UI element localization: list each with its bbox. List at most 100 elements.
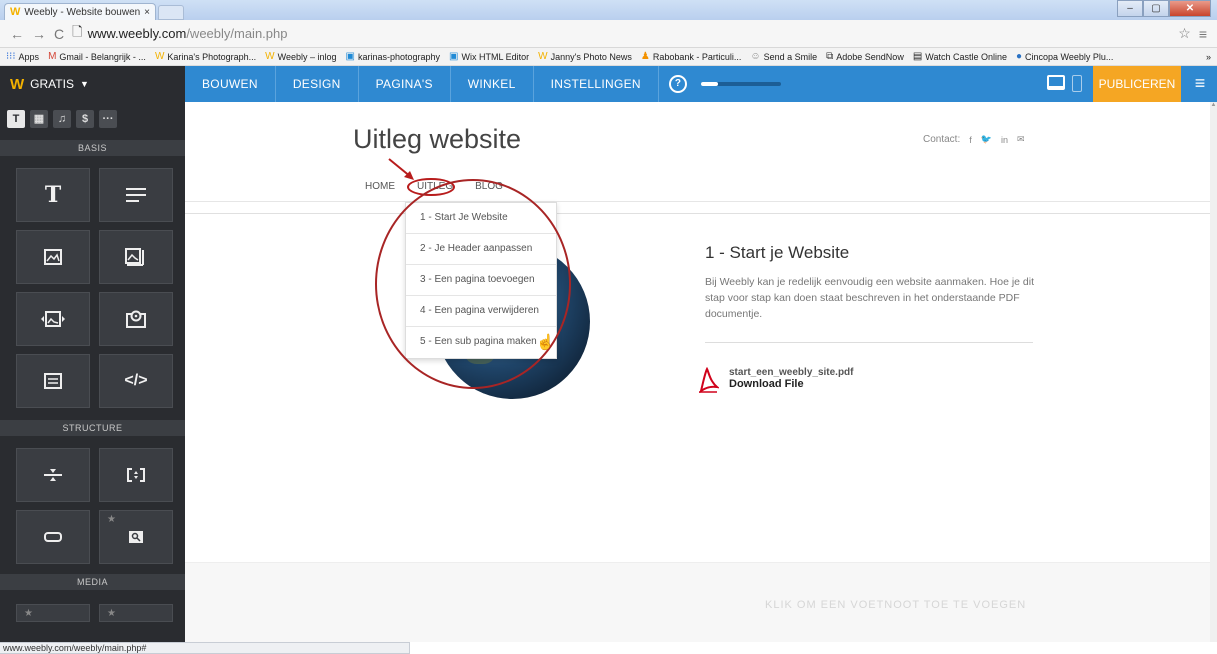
url-host: www.weebly.com [87,26,187,41]
chevron-down-icon: ▼ [79,79,89,89]
image-element[interactable] [16,230,90,284]
tab-winkel[interactable]: WINKEL [451,66,534,102]
address-bar: ← → C 🗋 www.weebly.com/weebly/main.php ☆… [0,20,1217,48]
desktop-view-icon[interactable] [1047,75,1065,90]
help-icon[interactable]: ? [668,75,687,93]
wix-icon: ▣ [345,51,355,62]
section-basis: BASIS [0,140,185,156]
close-window-icon[interactable]: ✕ [1169,0,1211,17]
text-element[interactable] [99,168,173,222]
mobile-view-icon[interactable] [1072,75,1082,92]
browser-menu-icon[interactable]: ≡ [1199,26,1207,42]
content-body[interactable]: Bij Weebly kan je redelijk eenvoudig een… [705,274,1045,322]
bookmarks-bar: ⁝⁝⁝ Apps M Gmail - Belangrijk - ... W Karina'… [0,48,1217,66]
highlight-oval [375,179,571,389]
url-path: /weebly/main.php [186,26,288,41]
spacer-element[interactable] [99,448,173,502]
bookmark-item[interactable]: ☺ Send a Smile [750,51,817,62]
plan-label: GRATIS [30,77,74,91]
facebook-icon[interactable]: f [969,135,972,145]
map-element[interactable] [99,292,173,346]
title-element[interactable]: T [16,168,90,222]
site-footer[interactable]: KLIK OM EEN VOETNOOT TOE TE VOEGEN [185,562,1210,642]
button-element[interactable] [16,510,90,564]
rabobank-icon: ♟ [640,51,650,62]
premium-star-icon: ★ [24,608,33,619]
back-icon[interactable]: ← [10,26,24,42]
form-icon [44,373,62,389]
media-elements-tab[interactable]: ♫ [53,110,71,128]
tab-paginas[interactable]: PAGINA'S [359,66,451,102]
bookmark-item[interactable]: M Gmail - Belangrijk - ... [48,51,146,62]
bookmark-label: Weebly – inlog [277,51,337,62]
gallery-element[interactable] [16,292,90,346]
more-elements-tab[interactable]: ··· [99,110,117,128]
elements-sidebar: T ▦ ♫ $ ··· BASIS T </> STRUCTURE ★ MEDI… [0,102,185,642]
minimize-icon[interactable]: – [1117,0,1143,17]
close-tab-icon[interactable]: × [144,7,150,18]
bookmark-item[interactable]: ⧉ Adobe SendNow [826,51,904,62]
download-link[interactable]: Download File [729,378,854,390]
maximize-icon[interactable]: ▢ [1143,0,1169,17]
contact-form-element[interactable] [16,354,90,408]
publish-button[interactable]: PUBLICEREN [1093,66,1181,102]
window-controls: – ▢ ✕ [1117,0,1211,17]
image-text-element[interactable] [99,230,173,284]
bookmark-item[interactable]: ▤ Watch Castle Online [913,51,1007,62]
divider-element[interactable] [16,448,90,502]
premium-star-icon: ★ [107,514,116,525]
more-bookmarks-icon[interactable]: » [1206,52,1211,62]
browser-tab-title: Weebly - Website bouwen [24,6,141,18]
scroll-up-icon[interactable]: ▲ [1210,102,1217,109]
plan-menu[interactable]: W GRATIS ▼ [0,66,185,102]
footer-placeholder[interactable]: KLIK OM EEN VOETNOOT TOE TE VOEGEN [765,599,1026,611]
code-icon: </> [124,372,148,389]
bookmark-item[interactable]: ♟ Rabobank - Particuli... [641,51,742,62]
tab-bouwen[interactable]: BOUWEN [185,66,276,102]
bookmark-item[interactable]: ▣ Wix HTML Editor [449,51,529,62]
gallery-icon [41,311,65,327]
bookmark-item[interactable]: ⁝⁝⁝ Apps [6,51,39,62]
bookmark-star-icon[interactable]: ☆ [1178,25,1191,42]
hamburger-menu-icon[interactable]: ≡ [1183,66,1217,102]
text-elements-tab[interactable]: T [7,110,25,128]
bookmark-item[interactable]: ● Cincopa Weebly Plu... [1016,51,1113,62]
bookmark-label: Rabobank - Particuli... [652,51,742,62]
linkedin-icon[interactable]: in [1001,135,1008,145]
bookmark-item[interactable]: W Janny's Photo News [538,51,632,62]
bottom-strip [410,642,1217,654]
file-name: start_een_weebly_site.pdf [729,367,854,378]
content-title[interactable]: 1 - Start je Website [705,243,849,263]
media-element[interactable]: ★ [16,604,90,622]
tab-instellingen[interactable]: INSTELLINGEN [534,66,659,102]
weebly-icon: W [265,51,275,62]
site-title[interactable]: Uitleg website [353,124,521,155]
new-tab-button[interactable] [158,5,184,20]
pdf-icon [699,367,719,393]
bookmark-item[interactable]: W Karina's Photograph... [155,51,256,62]
forward-icon[interactable]: → [32,26,46,42]
bookmark-label: Send a Smile [763,51,818,62]
browser-tab[interactable]: W Weebly - Website bouwen × [4,3,156,20]
file-download[interactable]: start_een_weebly_site.pdf Download File [697,367,854,393]
bookmark-label: karinas-photography [357,51,441,62]
image-icon [44,249,62,265]
bookmark-item[interactable]: W Weebly – inlog [265,51,336,62]
email-icon[interactable]: ✉ [1017,134,1025,145]
reload-icon[interactable]: C [54,26,64,42]
bookmark-item[interactable]: ▣ karinas-photography [346,51,441,62]
url-input[interactable]: 🗋 www.weebly.com/weebly/main.php [72,23,1170,45]
media-element[interactable]: ★ [99,604,173,622]
scrollbar[interactable]: ▲ [1210,102,1217,642]
layout-elements-tab[interactable]: ▦ [30,110,48,128]
title-text-icon: T [44,182,62,208]
tab-design[interactable]: DESIGN [276,66,359,102]
bookmark-label: Watch Castle Online [925,51,1007,62]
contact-bar: Contact: f 🐦 in ✉ [923,134,1025,145]
search-element[interactable]: ★ [99,510,173,564]
editor-topbar: W GRATIS ▼ BOUWEN DESIGN PAGINA'S WINKEL… [0,66,1217,102]
embed-code-element[interactable]: </> [99,354,173,408]
twitter-icon[interactable]: 🐦 [981,134,992,145]
bookmark-label: Adobe SendNow [836,51,904,62]
commerce-elements-tab[interactable]: $ [76,110,94,128]
